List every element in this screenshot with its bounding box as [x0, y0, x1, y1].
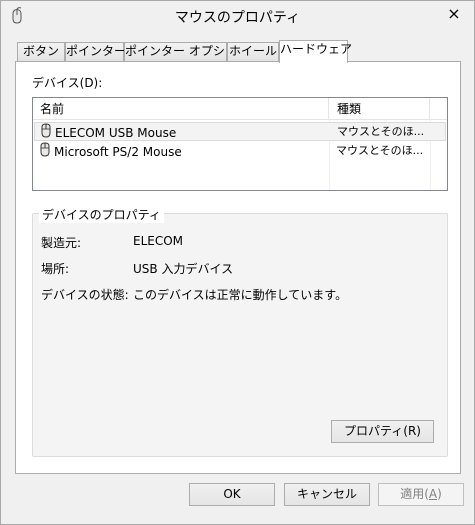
tab-pointer-options[interactable]: ポインター オプション	[124, 42, 249, 61]
device-row-elecom[interactable]: ELECOM USB Mouse マウスとそのほ...	[34, 122, 446, 141]
device-name: ELECOM USB Mouse	[55, 125, 177, 140]
column-header-type[interactable]: 種類	[330, 98, 430, 120]
manufacturer-label: 製造元:	[41, 236, 82, 250]
mouse-icon	[39, 141, 51, 162]
location-label: 場所:	[41, 262, 70, 276]
manufacturer-value: ELECOM	[133, 234, 184, 248]
device-row-ps2[interactable]: Microsoft PS/2 Mouse マウスとそのほ...	[34, 141, 446, 162]
tab-wheel[interactable]: ホイール	[227, 42, 279, 61]
tab-pointers[interactable]: ポインター	[65, 42, 126, 61]
device-list-header: 名前 種類	[33, 98, 447, 120]
cancel-button[interactable]: キャンセル	[284, 483, 370, 506]
close-icon: ×	[447, 3, 461, 23]
device-name: Microsoft PS/2 Mouse	[54, 144, 182, 159]
device-type: マウスとそのほ...	[337, 125, 425, 138]
window-title: マウスのプロパティ	[174, 10, 301, 26]
device-status-label: デバイスの状態:	[41, 288, 129, 302]
device-status-value: このデバイスは正常に動作しています。	[133, 288, 348, 302]
devices-label: デバイス(D):	[32, 76, 103, 90]
close-button[interactable]: ×	[440, 2, 468, 24]
location-value: USB 入力デバイス	[133, 262, 234, 276]
title-bar[interactable]: マウスのプロパティ ×	[1, 1, 474, 31]
device-properties-group: デバイスのプロパティ 製造元: ELECOM 場所: USB 入力デバイス デバ…	[32, 206, 448, 457]
column-header-name[interactable]: 名前	[33, 98, 329, 120]
apply-button[interactable]: 適用(A)	[378, 483, 464, 506]
mouse-icon	[40, 122, 52, 143]
device-type: マウスとそのほ...	[336, 144, 424, 157]
device-list[interactable]: 名前 種類 ELECOM USB Mouse マウスとそのほ... Micros…	[32, 97, 448, 191]
ok-button[interactable]: OK	[189, 483, 275, 506]
tab-buttons[interactable]: ボタン	[17, 42, 65, 61]
hardware-tab-panel: デバイス(D): 名前 種類 ELECOM USB Mouse マウスとそのほ.…	[15, 61, 461, 474]
properties-button[interactable]: プロパティ(R)	[331, 420, 434, 443]
tab-hardware[interactable]: ハードウェア	[279, 40, 352, 63]
mouse-properties-window: マウスのプロパティ × ボタン ポインター ポインター オプション ホイール ハ…	[0, 0, 475, 525]
device-properties-title: デバイスのプロパティ	[39, 206, 164, 223]
